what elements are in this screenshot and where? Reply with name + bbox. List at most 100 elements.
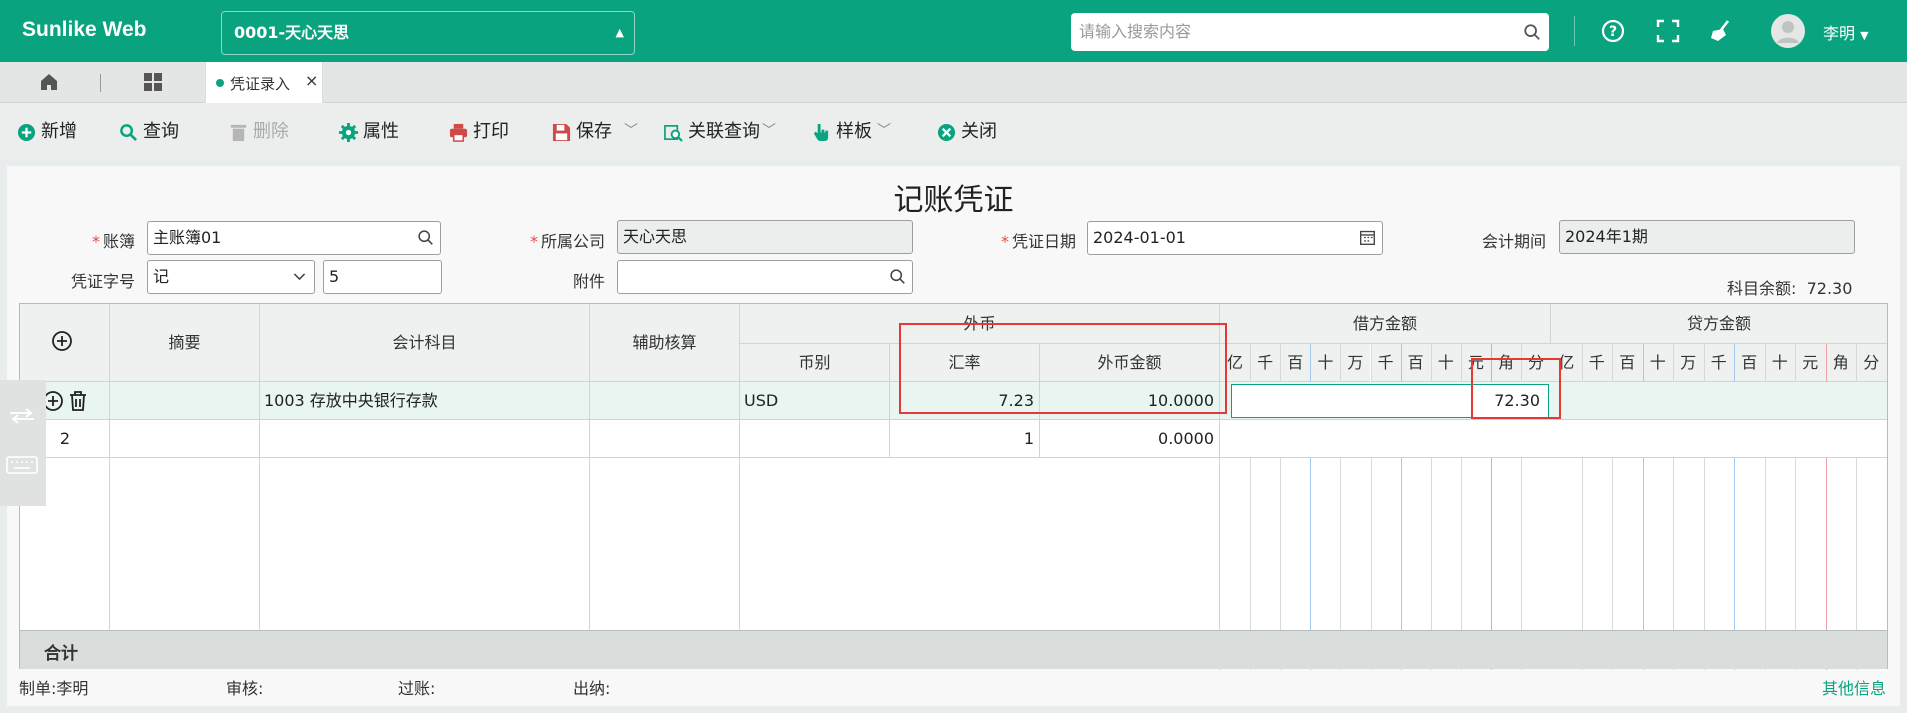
keyboard-icon[interactable] — [6, 456, 38, 474]
attachment-label: 附件 — [572, 272, 605, 291]
voucher-number-field[interactable]: 5 — [323, 260, 442, 294]
search-icon[interactable] — [1523, 23, 1541, 41]
caret-up-icon: ▲ — [615, 26, 624, 39]
debit-digit-header: 百 — [1280, 344, 1311, 382]
chevron-down-icon[interactable]: ﹀ — [762, 118, 776, 144]
debit-digit-header: 十 — [1310, 344, 1341, 382]
fx-highlight-box — [899, 323, 1227, 414]
print-button[interactable]: 打印 — [449, 119, 509, 145]
plus-circle-outline-icon[interactable] — [51, 330, 73, 352]
close-button[interactable]: 关闭 — [937, 119, 997, 145]
avatar[interactable] — [1771, 14, 1805, 48]
fullscreen-icon[interactable] — [1655, 18, 1681, 44]
swap-arrows-icon[interactable] — [8, 408, 36, 424]
add-label: 新增 — [41, 121, 77, 142]
voucher-title: 记账凭证 — [893, 183, 1014, 218]
home-icon[interactable] — [38, 71, 60, 93]
row-account[interactable]: 1003 存放中央银行存款 — [264, 382, 584, 420]
credit-digit-header: 元 — [1795, 344, 1826, 382]
row-account[interactable] — [264, 420, 584, 458]
properties-button[interactable]: 属性 — [339, 119, 399, 145]
top-bar: Sunlike Web 0001-天心天思 ▲ 请输入搜索内容 ? 李明 ▼ — [0, 0, 1907, 62]
credit-digit-header: 千 — [1581, 344, 1612, 382]
col-divider — [259, 382, 260, 630]
col-divider — [739, 382, 740, 630]
side-drawer-handle[interactable] — [0, 380, 46, 506]
voucher-grid: 摘要 会计科目 辅助核算 外币 币别 汇率 外币金额 借方金额 贷方金额 亿千百… — [19, 303, 1888, 670]
linked-search-icon — [664, 124, 683, 142]
tab-voucher-entry[interactable]: 凭证录入 × — [205, 62, 323, 103]
print-label: 打印 — [473, 121, 509, 142]
table-row[interactable]: 2 1 0.0000 — [20, 420, 1887, 458]
apps-grid-icon[interactable] — [142, 71, 164, 93]
user-menu[interactable]: 李明 ▼ — [1823, 20, 1869, 44]
ledger-field[interactable]: 主账簿01 — [147, 221, 441, 255]
credit-digit-header: 千 — [1703, 344, 1734, 382]
header-account: 会计科目 — [260, 304, 590, 382]
account-select-value: 0001-天心天思 — [234, 23, 350, 42]
global-search-input[interactable]: 请输入搜索内容 — [1071, 13, 1549, 51]
attachment-field[interactable] — [617, 260, 913, 294]
delete-button[interactable]: 删除 — [229, 119, 289, 145]
row-aux[interactable] — [592, 382, 738, 420]
col-divider — [589, 382, 590, 630]
row-credit[interactable] — [1551, 420, 1887, 458]
tab-label: 凭证录入 — [230, 75, 291, 93]
credit-digit-header: 百 — [1612, 344, 1643, 382]
delete-label: 删除 — [253, 121, 289, 142]
header-debit: 借方金额 — [1220, 304, 1551, 344]
total-row: 合计 — [20, 630, 1887, 669]
user-name: 李明 — [1823, 24, 1856, 43]
save-button[interactable]: 保存 ﹀ — [552, 119, 638, 145]
divider — [1574, 16, 1575, 46]
linked-query-button[interactable]: 关联查询 ﹀ — [664, 119, 776, 145]
linked-query-label: 关联查询 — [688, 121, 760, 142]
header-aux: 辅助核算 — [590, 304, 740, 382]
voucher-date-field[interactable]: 2024-01-01 — [1087, 221, 1383, 255]
row-credit[interactable] — [1551, 382, 1887, 420]
search-icon[interactable] — [889, 268, 906, 285]
close-label: 关闭 — [961, 121, 997, 142]
row-aux[interactable] — [592, 420, 738, 458]
row-currency[interactable] — [744, 420, 888, 458]
tab-bar: 凭证录入 × — [0, 62, 1907, 103]
row-rate[interactable]: 1 — [890, 420, 1034, 458]
voucher-word-select[interactable]: 记 — [147, 260, 315, 294]
row-debit[interactable] — [1220, 420, 1551, 458]
footer-post: 过账: — [398, 679, 436, 698]
clean-broom-icon[interactable] — [1708, 18, 1734, 44]
row-fx-amount[interactable]: 0.0000 — [1040, 420, 1214, 458]
close-circle-icon — [937, 123, 956, 142]
row-currency[interactable]: USD — [744, 382, 888, 420]
col-divider — [109, 382, 110, 630]
debit-digit-header: 千 — [1250, 344, 1281, 382]
chevron-down-icon[interactable] — [291, 268, 308, 285]
voucher-date-label: * 凭证日期 — [1000, 232, 1076, 251]
calendar-icon[interactable] — [1359, 229, 1376, 246]
search-icon[interactable] — [417, 229, 434, 246]
account-balance-value: 72.30 — [1806, 279, 1853, 298]
other-info-link[interactable]: 其他信息 — [1822, 675, 1886, 699]
tab-divider — [100, 74, 101, 92]
query-button[interactable]: 查询 — [119, 119, 179, 145]
debit-digit-header: 千 — [1370, 344, 1401, 382]
help-icon[interactable]: ? — [1600, 18, 1626, 44]
chevron-down-icon[interactable]: ﹀ — [877, 118, 891, 144]
chevron-down-icon[interactable]: ﹀ — [624, 118, 638, 144]
add-button[interactable]: 新增 — [17, 119, 77, 145]
ledger-label: * 账簿 — [91, 232, 135, 251]
delete-row-icon[interactable] — [68, 390, 88, 412]
active-dot — [216, 79, 224, 87]
row-summary[interactable] — [112, 382, 258, 420]
query-label: 查询 — [143, 121, 179, 142]
floppy-icon — [552, 123, 571, 142]
template-button[interactable]: 样板 ﹀ — [812, 119, 891, 145]
close-tab-icon[interactable]: × — [305, 71, 318, 90]
account-select[interactable]: 0001-天心天思 ▲ — [221, 11, 635, 55]
footer-cashier: 出纳: — [573, 679, 611, 698]
row-summary[interactable] — [112, 420, 258, 458]
company-field: 天心天思 — [617, 220, 913, 254]
debit-digit-header: 百 — [1400, 344, 1431, 382]
printer-icon — [449, 123, 468, 142]
header-credit: 贷方金额 — [1551, 304, 1887, 344]
